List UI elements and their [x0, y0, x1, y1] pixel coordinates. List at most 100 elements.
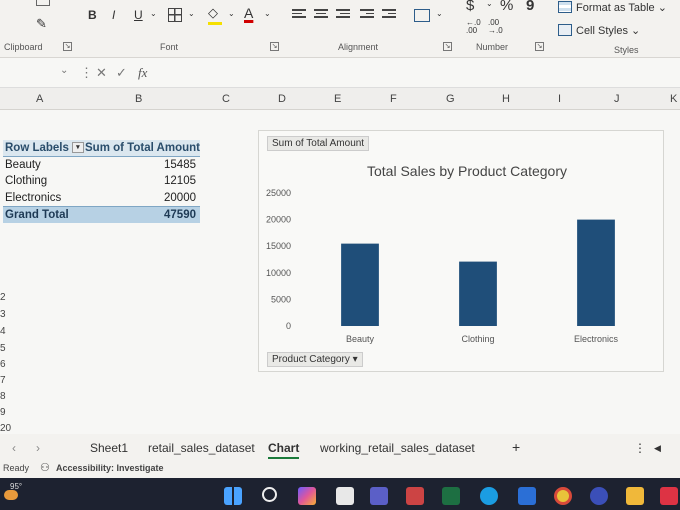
comma-button[interactable]: 9 — [526, 0, 534, 14]
italic-button[interactable]: I — [112, 8, 115, 22]
enter-icon[interactable]: ✓ — [116, 65, 127, 81]
grand-total-row[interactable]: Grand Total 47590 — [3, 206, 200, 223]
column-header[interactable]: F — [390, 93, 397, 105]
column-header[interactable]: D — [278, 93, 286, 105]
format-painter-icon[interactable]: ✎ — [36, 16, 47, 32]
tab-retail-sales-dataset[interactable]: retail_sales_dataset — [148, 441, 255, 455]
decrease-indent-icon[interactable] — [360, 9, 374, 21]
increase-indent-icon[interactable] — [382, 9, 396, 21]
axis-field-button[interactable]: Product Category ▾ — [267, 352, 363, 367]
scroll-left-icon[interactable]: ◀ — [654, 443, 661, 454]
number-launcher-icon[interactable]: ↘ — [535, 42, 544, 51]
align-left-icon[interactable] — [292, 9, 306, 21]
app-l-icon[interactable] — [518, 487, 536, 505]
prev-sheet-icon[interactable]: ‹ — [12, 441, 16, 455]
column-header[interactable]: B — [135, 93, 142, 105]
sum-header[interactable]: Sum of Total Amount — [85, 142, 200, 154]
underline-button[interactable]: U — [134, 8, 143, 22]
function-icon[interactable]: fx — [138, 65, 147, 81]
chevron-down-icon[interactable]: ⌄ — [228, 9, 235, 18]
start-icon[interactable] — [224, 487, 242, 505]
bold-button[interactable]: B — [88, 8, 97, 22]
search-icon[interactable] — [262, 487, 277, 502]
excel-icon[interactable] — [442, 487, 460, 505]
align-right-icon[interactable] — [336, 9, 350, 21]
filter-dropdown-icon[interactable]: ▾ — [71, 142, 84, 154]
column-header[interactable]: K — [670, 93, 677, 105]
bar-clothing[interactable] — [459, 261, 497, 326]
font-launcher-icon[interactable]: ↘ — [270, 42, 279, 51]
bar-electronics[interactable] — [577, 219, 615, 326]
weather-temp[interactable]: 95° — [10, 482, 22, 491]
currency-button[interactable]: $ — [466, 0, 474, 14]
copilot-icon[interactable] — [298, 487, 316, 505]
teams-icon[interactable] — [370, 487, 388, 505]
borders-icon[interactable] — [168, 8, 182, 22]
more-sheets-icon[interactable]: ⋮ — [634, 441, 646, 455]
store-icon[interactable] — [406, 487, 424, 505]
column-header[interactable]: J — [614, 93, 620, 105]
grand-total-label: Grand Total — [5, 209, 69, 221]
cell-styles-icon[interactable] — [558, 24, 572, 36]
chevron-down-icon[interactable]: ⌄ — [188, 9, 195, 18]
format-as-table-icon[interactable] — [558, 1, 572, 13]
increase-decimal-button[interactable]: ←.0 .00 — [466, 19, 481, 35]
status-bar: Ready ⚇ Accessibility: Investigate — [0, 460, 680, 478]
fill-color-icon[interactable]: ◇ — [208, 5, 222, 25]
row-number[interactable]: 5 — [0, 343, 6, 354]
pivot-chart[interactable]: Sum of Total Amount Total Sales by Produ… — [258, 130, 664, 372]
bar-beauty[interactable] — [341, 243, 379, 326]
more-options-icon[interactable]: ⋮ — [80, 65, 93, 81]
column-header[interactable]: A — [36, 93, 43, 105]
accessibility-status[interactable]: Accessibility: Investigate — [56, 463, 164, 473]
format-as-table-button[interactable]: Format as Table ⌄ — [576, 1, 667, 14]
edge-icon[interactable] — [480, 487, 498, 505]
percent-button[interactable]: % — [500, 0, 513, 14]
row-value: 15485 — [164, 158, 196, 171]
weather-icon[interactable] — [4, 490, 18, 500]
column-header[interactable]: C — [222, 93, 230, 105]
app-icon[interactable] — [660, 487, 678, 505]
row-number[interactable]: 8 — [0, 391, 6, 402]
task-view-icon[interactable] — [336, 487, 354, 505]
table-row[interactable]: Clothing 12105 — [3, 173, 200, 190]
column-header[interactable]: E — [334, 93, 341, 105]
chevron-down-icon[interactable]: ⌄ — [486, 0, 493, 8]
chevron-down-icon[interactable]: ⌄ — [436, 9, 443, 18]
table-row[interactable]: Electronics 20000 — [3, 190, 200, 207]
merge-center-icon[interactable] — [414, 9, 430, 22]
font-color-icon[interactable]: A — [244, 5, 253, 21]
column-header[interactable]: I — [558, 93, 561, 105]
chevron-down-icon[interactable]: ⌄ — [150, 9, 157, 18]
app-triangle-icon[interactable] — [590, 487, 608, 505]
name-box-dropdown-icon[interactable]: ⌄ — [60, 65, 68, 76]
accessibility-icon[interactable]: ⚇ — [40, 461, 50, 474]
row-number[interactable]: 9 — [0, 407, 6, 418]
next-sheet-icon[interactable]: › — [36, 441, 40, 455]
row-number[interactable]: 2 — [0, 292, 6, 303]
tab-sheet1[interactable]: Sheet1 — [90, 441, 128, 455]
row-number[interactable]: 20 — [0, 423, 11, 434]
status-ready: Ready — [3, 463, 30, 473]
decrease-decimal-button[interactable]: .00 →.0 — [488, 19, 503, 35]
alignment-launcher-icon[interactable]: ↘ — [443, 42, 452, 51]
cancel-icon[interactable]: ✕ — [96, 65, 107, 81]
row-number[interactable]: 4 — [0, 326, 6, 337]
align-center-icon[interactable] — [314, 9, 328, 21]
paste-icon[interactable] — [36, 0, 50, 6]
row-number[interactable]: 3 — [0, 309, 6, 320]
cell-styles-button[interactable]: Cell Styles ⌄ — [576, 24, 640, 37]
clipboard-launcher-icon[interactable]: ↘ — [63, 42, 72, 51]
chevron-down-icon[interactable]: ⌄ — [264, 9, 271, 18]
chrome-icon[interactable] — [554, 487, 572, 505]
add-sheet-button[interactable]: + — [512, 439, 520, 455]
row-labels-header[interactable]: Row Labels ▾ — [5, 142, 84, 154]
column-header[interactable]: H — [502, 93, 510, 105]
column-header[interactable]: G — [446, 93, 455, 105]
row-number[interactable]: 6 — [0, 359, 6, 370]
table-row[interactable]: Beauty 15485 — [3, 157, 200, 174]
row-number[interactable]: 7 — [0, 375, 6, 386]
file-explorer-icon[interactable] — [626, 487, 644, 505]
tab-chart[interactable]: Chart — [268, 441, 300, 459]
tab-working-retail-sales-dataset[interactable]: working_retail_sales_dataset — [320, 441, 475, 455]
